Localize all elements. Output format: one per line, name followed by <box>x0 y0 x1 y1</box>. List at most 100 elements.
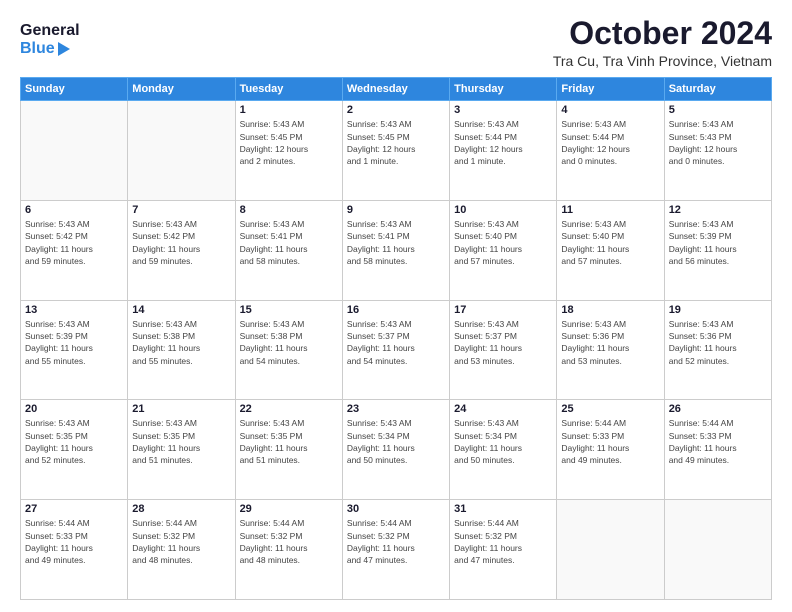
day-number: 12 <box>669 204 767 216</box>
day-number: 2 <box>347 104 445 116</box>
col-header-sunday: Sunday <box>21 78 128 101</box>
day-info: Sunrise: 5:43 AM Sunset: 5:35 PM Dayligh… <box>132 417 230 466</box>
calendar-week-4: 20 Sunrise: 5:43 AM Sunset: 5:35 PM Dayli… <box>21 400 772 500</box>
calendar-cell: 16Sunrise: 5:43 AM Sunset: 5:37 PM Dayli… <box>342 300 449 400</box>
calendar-cell: 19Sunrise: 5:43 AM Sunset: 5:36 PM Dayli… <box>664 300 771 400</box>
calendar-cell: 11Sunrise: 5:43 AM Sunset: 5:40 PM Dayli… <box>557 200 664 300</box>
col-header-thursday: Thursday <box>450 78 557 101</box>
day-info: Sunrise: 5:44 AM Sunset: 5:32 PM Dayligh… <box>240 517 338 566</box>
day-number: 3 <box>454 104 552 116</box>
day-number: 17 <box>454 304 552 316</box>
day-number: 8 <box>240 204 338 216</box>
day-number: 25 <box>561 403 659 415</box>
day-number: 15 <box>240 304 338 316</box>
day-number: 6 <box>25 204 123 216</box>
day-info: Sunrise: 5:43 AM Sunset: 5:36 PM Dayligh… <box>561 318 659 367</box>
day-number: 9 <box>347 204 445 216</box>
calendar-cell: 20 Sunrise: 5:43 AM Sunset: 5:35 PM Dayli… <box>21 400 128 500</box>
col-header-monday: Monday <box>128 78 235 101</box>
day-info: Sunrise: 5:43 AM Sunset: 5:41 PM Dayligh… <box>240 218 338 267</box>
header: General Blue October 2024 Tra Cu, Tra Vi… <box>20 16 772 69</box>
calendar-cell: 5 Sunrise: 5:43 AM Sunset: 5:43 PM Daylig… <box>664 101 771 201</box>
calendar-week-1: 1Sunrise: 5:43 AM Sunset: 5:45 PM Daylig… <box>21 101 772 201</box>
day-number: 21 <box>132 403 230 415</box>
calendar-cell: 4Sunrise: 5:43 AM Sunset: 5:44 PM Daylig… <box>557 101 664 201</box>
day-number: 7 <box>132 204 230 216</box>
day-number: 14 <box>132 304 230 316</box>
day-number: 4 <box>561 104 659 116</box>
logo-arrow-icon <box>58 42 70 56</box>
day-info: Sunrise: 5:43 AM Sunset: 5:43 PM Dayligh… <box>669 118 767 167</box>
day-info: Sunrise: 5:44 AM Sunset: 5:33 PM Dayligh… <box>669 417 767 466</box>
day-number: 28 <box>132 503 230 515</box>
day-info: Sunrise: 5:43 AM Sunset: 5:37 PM Dayligh… <box>347 318 445 367</box>
day-number: 30 <box>347 503 445 515</box>
calendar-week-2: 6 Sunrise: 5:43 AM Sunset: 5:42 PM Daylig… <box>21 200 772 300</box>
calendar-cell: 25 Sunrise: 5:44 AM Sunset: 5:33 PM Dayli… <box>557 400 664 500</box>
calendar-cell: 29Sunrise: 5:44 AM Sunset: 5:32 PM Dayli… <box>235 500 342 600</box>
calendar-cell: 24 Sunrise: 5:43 AM Sunset: 5:34 PM Dayli… <box>450 400 557 500</box>
calendar-cell: 13Sunrise: 5:43 AM Sunset: 5:39 PM Dayli… <box>21 300 128 400</box>
day-number: 31 <box>454 503 552 515</box>
calendar-cell: 9 Sunrise: 5:43 AM Sunset: 5:41 PM Daylig… <box>342 200 449 300</box>
day-number: 20 <box>25 403 123 415</box>
col-header-friday: Friday <box>557 78 664 101</box>
calendar-cell: 15 Sunrise: 5:43 AM Sunset: 5:38 PM Dayli… <box>235 300 342 400</box>
calendar-cell: 1Sunrise: 5:43 AM Sunset: 5:45 PM Daylig… <box>235 101 342 201</box>
logo-blue-row: Blue <box>20 40 80 58</box>
logo: General Blue <box>20 16 100 64</box>
day-info: Sunrise: 5:43 AM Sunset: 5:37 PM Dayligh… <box>454 318 552 367</box>
day-info: Sunrise: 5:43 AM Sunset: 5:42 PM Dayligh… <box>132 218 230 267</box>
calendar-cell <box>21 101 128 201</box>
day-info: Sunrise: 5:43 AM Sunset: 5:35 PM Dayligh… <box>240 417 338 466</box>
calendar-cell <box>128 101 235 201</box>
day-info: Sunrise: 5:43 AM Sunset: 5:36 PM Dayligh… <box>669 318 767 367</box>
calendar-cell <box>664 500 771 600</box>
calendar-cell: 28 Sunrise: 5:44 AM Sunset: 5:32 PM Dayli… <box>128 500 235 600</box>
day-info: Sunrise: 5:43 AM Sunset: 5:39 PM Dayligh… <box>25 318 123 367</box>
calendar-cell: 3Sunrise: 5:43 AM Sunset: 5:44 PM Daylig… <box>450 101 557 201</box>
day-info: Sunrise: 5:43 AM Sunset: 5:41 PM Dayligh… <box>347 218 445 267</box>
calendar-cell: 23Sunrise: 5:43 AM Sunset: 5:34 PM Dayli… <box>342 400 449 500</box>
day-info: Sunrise: 5:43 AM Sunset: 5:34 PM Dayligh… <box>454 417 552 466</box>
day-info: Sunrise: 5:43 AM Sunset: 5:38 PM Dayligh… <box>240 318 338 367</box>
calendar-week-3: 13Sunrise: 5:43 AM Sunset: 5:39 PM Dayli… <box>21 300 772 400</box>
day-number: 26 <box>669 403 767 415</box>
calendar-cell: 12 Sunrise: 5:43 AM Sunset: 5:39 PM Dayli… <box>664 200 771 300</box>
day-number: 5 <box>669 104 767 116</box>
day-number: 22 <box>240 403 338 415</box>
calendar-header-row: SundayMondayTuesdayWednesdayThursdayFrid… <box>21 78 772 101</box>
day-number: 23 <box>347 403 445 415</box>
calendar-cell: 31 Sunrise: 5:44 AM Sunset: 5:32 PM Dayli… <box>450 500 557 600</box>
calendar-cell: 26 Sunrise: 5:44 AM Sunset: 5:33 PM Dayli… <box>664 400 771 500</box>
day-info: Sunrise: 5:44 AM Sunset: 5:32 PM Dayligh… <box>347 517 445 566</box>
calendar-cell: 7 Sunrise: 5:43 AM Sunset: 5:42 PM Daylig… <box>128 200 235 300</box>
day-number: 24 <box>454 403 552 415</box>
day-info: Sunrise: 5:44 AM Sunset: 5:32 PM Dayligh… <box>132 517 230 566</box>
calendar-cell: 27Sunrise: 5:44 AM Sunset: 5:33 PM Dayli… <box>21 500 128 600</box>
calendar-table: SundayMondayTuesdayWednesdayThursdayFrid… <box>20 77 772 600</box>
day-info: Sunrise: 5:43 AM Sunset: 5:42 PM Dayligh… <box>25 218 123 267</box>
calendar-cell: 10Sunrise: 5:43 AM Sunset: 5:40 PM Dayli… <box>450 200 557 300</box>
calendar-cell: 14Sunrise: 5:43 AM Sunset: 5:38 PM Dayli… <box>128 300 235 400</box>
calendar-cell <box>557 500 664 600</box>
day-info: Sunrise: 5:44 AM Sunset: 5:32 PM Dayligh… <box>454 517 552 566</box>
page: General Blue October 2024 Tra Cu, Tra Vi… <box>0 0 792 612</box>
day-info: Sunrise: 5:43 AM Sunset: 5:40 PM Dayligh… <box>454 218 552 267</box>
month-title: October 2024 <box>553 16 772 51</box>
col-header-wednesday: Wednesday <box>342 78 449 101</box>
calendar-cell: 17 Sunrise: 5:43 AM Sunset: 5:37 PM Dayli… <box>450 300 557 400</box>
col-header-saturday: Saturday <box>664 78 771 101</box>
day-info: Sunrise: 5:43 AM Sunset: 5:39 PM Dayligh… <box>669 218 767 267</box>
calendar-cell: 22 Sunrise: 5:43 AM Sunset: 5:35 PM Dayli… <box>235 400 342 500</box>
day-number: 1 <box>240 104 338 116</box>
calendar-cell: 2Sunrise: 5:43 AM Sunset: 5:45 PM Daylig… <box>342 101 449 201</box>
calendar-cell: 8 Sunrise: 5:43 AM Sunset: 5:41 PM Daylig… <box>235 200 342 300</box>
day-number: 18 <box>561 304 659 316</box>
logo-blue-text: Blue <box>20 40 55 58</box>
calendar-cell: 21 Sunrise: 5:43 AM Sunset: 5:35 PM Dayli… <box>128 400 235 500</box>
day-info: Sunrise: 5:44 AM Sunset: 5:33 PM Dayligh… <box>561 417 659 466</box>
day-info: Sunrise: 5:43 AM Sunset: 5:35 PM Dayligh… <box>25 417 123 466</box>
day-info: Sunrise: 5:44 AM Sunset: 5:33 PM Dayligh… <box>25 517 123 566</box>
location: Tra Cu, Tra Vinh Province, Vietnam <box>553 53 772 69</box>
